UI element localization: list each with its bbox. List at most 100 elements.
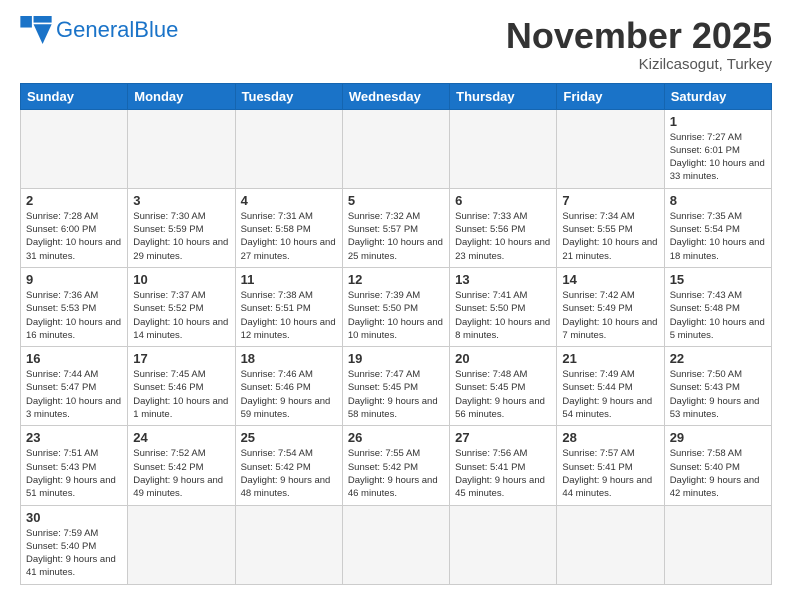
day-number: 16 (26, 351, 122, 366)
day-number: 19 (348, 351, 444, 366)
day-info: Sunrise: 7:27 AM Sunset: 6:01 PM Dayligh… (670, 131, 766, 184)
day-number: 29 (670, 430, 766, 445)
day-number: 15 (670, 272, 766, 287)
day-info: Sunrise: 7:39 AM Sunset: 5:50 PM Dayligh… (348, 289, 444, 342)
day-info: Sunrise: 7:57 AM Sunset: 5:41 PM Dayligh… (562, 447, 658, 500)
general-blue-logo-icon (20, 16, 52, 44)
day-number: 21 (562, 351, 658, 366)
day-cell: 1Sunrise: 7:27 AM Sunset: 6:01 PM Daylig… (664, 109, 771, 188)
weekday-header-thursday: Thursday (450, 83, 557, 109)
day-number: 24 (133, 430, 229, 445)
day-cell (450, 505, 557, 584)
day-info: Sunrise: 7:33 AM Sunset: 5:56 PM Dayligh… (455, 210, 551, 263)
weekday-header-wednesday: Wednesday (342, 83, 449, 109)
day-cell (128, 505, 235, 584)
day-info: Sunrise: 7:32 AM Sunset: 5:57 PM Dayligh… (348, 210, 444, 263)
day-info: Sunrise: 7:44 AM Sunset: 5:47 PM Dayligh… (26, 368, 122, 421)
week-row-2: 2Sunrise: 7:28 AM Sunset: 6:00 PM Daylig… (21, 188, 772, 267)
logo-blue: Blue (134, 17, 178, 42)
day-info: Sunrise: 7:50 AM Sunset: 5:43 PM Dayligh… (670, 368, 766, 421)
day-cell: 7Sunrise: 7:34 AM Sunset: 5:55 PM Daylig… (557, 188, 664, 267)
day-info: Sunrise: 7:46 AM Sunset: 5:46 PM Dayligh… (241, 368, 337, 421)
day-number: 2 (26, 193, 122, 208)
day-info: Sunrise: 7:36 AM Sunset: 5:53 PM Dayligh… (26, 289, 122, 342)
day-cell (235, 505, 342, 584)
day-number: 8 (670, 193, 766, 208)
day-info: Sunrise: 7:38 AM Sunset: 5:51 PM Dayligh… (241, 289, 337, 342)
day-cell: 13 Sunrise: 7:41 AM Sunset: 5:50 PM Dayli… (450, 267, 557, 346)
day-cell: 8Sunrise: 7:35 AM Sunset: 5:54 PM Daylig… (664, 188, 771, 267)
day-info: Sunrise: 7:37 AM Sunset: 5:52 PM Dayligh… (133, 289, 229, 342)
day-number: 30 (26, 510, 122, 525)
logo: GeneralBlue (20, 16, 178, 44)
day-number: 26 (348, 430, 444, 445)
day-number: 17 (133, 351, 229, 366)
day-cell: 18Sunrise: 7:46 AM Sunset: 5:46 PM Dayli… (235, 347, 342, 426)
day-info: Sunrise: 7:31 AM Sunset: 5:58 PM Dayligh… (241, 210, 337, 263)
day-cell: 25 Sunrise: 7:54 AM Sunset: 5:42 PM Dayli… (235, 426, 342, 505)
day-number: 22 (670, 351, 766, 366)
calendar: SundayMondayTuesdayWednesdayThursdayFrid… (20, 83, 772, 585)
day-info: Sunrise: 7:59 AM Sunset: 5:40 PM Dayligh… (26, 527, 122, 580)
day-cell: 24 Sunrise: 7:52 AM Sunset: 5:42 PM Dayli… (128, 426, 235, 505)
day-info: Sunrise: 7:51 AM Sunset: 5:43 PM Dayligh… (26, 447, 122, 500)
day-cell (21, 109, 128, 188)
weekday-header-friday: Friday (557, 83, 664, 109)
day-number: 9 (26, 272, 122, 287)
day-cell: 29 Sunrise: 7:58 AM Sunset: 5:40 PM Dayli… (664, 426, 771, 505)
day-number: 5 (348, 193, 444, 208)
day-number: 27 (455, 430, 551, 445)
day-number: 23 (26, 430, 122, 445)
day-cell: 16 Sunrise: 7:44 AM Sunset: 5:47 PM Dayli… (21, 347, 128, 426)
weekday-header-sunday: Sunday (21, 83, 128, 109)
day-cell: 20 Sunrise: 7:48 AM Sunset: 5:45 PM Dayli… (450, 347, 557, 426)
day-cell (128, 109, 235, 188)
location: Kizilcasogut, Turkey (506, 56, 772, 73)
day-info: Sunrise: 7:54 AM Sunset: 5:42 PM Dayligh… (241, 447, 337, 500)
day-cell: 5 Sunrise: 7:32 AM Sunset: 5:57 PM Daylig… (342, 188, 449, 267)
week-row-1: 1Sunrise: 7:27 AM Sunset: 6:01 PM Daylig… (21, 109, 772, 188)
weekday-header-row: SundayMondayTuesdayWednesdayThursdayFrid… (21, 83, 772, 109)
header: GeneralBlue November 2025 Kizilcasogut, … (20, 16, 772, 73)
day-number: 25 (241, 430, 337, 445)
day-cell: 3 Sunrise: 7:30 AM Sunset: 5:59 PM Daylig… (128, 188, 235, 267)
day-info: Sunrise: 7:41 AM Sunset: 5:50 PM Dayligh… (455, 289, 551, 342)
logo-text: GeneralBlue (56, 19, 178, 41)
day-cell (342, 109, 449, 188)
day-cell: 27Sunrise: 7:56 AM Sunset: 5:41 PM Dayli… (450, 426, 557, 505)
week-row-6: 30 Sunrise: 7:59 AM Sunset: 5:40 PM Dayli… (21, 505, 772, 584)
weekday-header-tuesday: Tuesday (235, 83, 342, 109)
day-cell (664, 505, 771, 584)
day-info: Sunrise: 7:49 AM Sunset: 5:44 PM Dayligh… (562, 368, 658, 421)
day-number: 13 (455, 272, 551, 287)
day-info: Sunrise: 7:48 AM Sunset: 5:45 PM Dayligh… (455, 368, 551, 421)
day-info: Sunrise: 7:43 AM Sunset: 5:48 PM Dayligh… (670, 289, 766, 342)
week-row-5: 23 Sunrise: 7:51 AM Sunset: 5:43 PM Dayli… (21, 426, 772, 505)
day-cell (557, 109, 664, 188)
day-number: 6 (455, 193, 551, 208)
day-number: 20 (455, 351, 551, 366)
day-number: 10 (133, 272, 229, 287)
day-info: Sunrise: 7:30 AM Sunset: 5:59 PM Dayligh… (133, 210, 229, 263)
day-cell: 12Sunrise: 7:39 AM Sunset: 5:50 PM Dayli… (342, 267, 449, 346)
day-cell (342, 505, 449, 584)
day-cell (557, 505, 664, 584)
day-cell: 28 Sunrise: 7:57 AM Sunset: 5:41 PM Dayli… (557, 426, 664, 505)
weekday-header-saturday: Saturday (664, 83, 771, 109)
weekday-header-monday: Monday (128, 83, 235, 109)
day-number: 3 (133, 193, 229, 208)
day-cell: 2Sunrise: 7:28 AM Sunset: 6:00 PM Daylig… (21, 188, 128, 267)
day-number: 14 (562, 272, 658, 287)
day-info: Sunrise: 7:45 AM Sunset: 5:46 PM Dayligh… (133, 368, 229, 421)
day-cell: 19 Sunrise: 7:47 AM Sunset: 5:45 PM Dayli… (342, 347, 449, 426)
day-number: 11 (241, 272, 337, 287)
day-cell: 30 Sunrise: 7:59 AM Sunset: 5:40 PM Dayli… (21, 505, 128, 584)
day-cell: 22 Sunrise: 7:50 AM Sunset: 5:43 PM Dayli… (664, 347, 771, 426)
day-number: 28 (562, 430, 658, 445)
day-cell: 10 Sunrise: 7:37 AM Sunset: 5:52 PM Dayli… (128, 267, 235, 346)
month-title: November 2025 (506, 16, 772, 56)
day-cell (235, 109, 342, 188)
day-info: Sunrise: 7:58 AM Sunset: 5:40 PM Dayligh… (670, 447, 766, 500)
day-info: Sunrise: 7:52 AM Sunset: 5:42 PM Dayligh… (133, 447, 229, 500)
day-info: Sunrise: 7:47 AM Sunset: 5:45 PM Dayligh… (348, 368, 444, 421)
